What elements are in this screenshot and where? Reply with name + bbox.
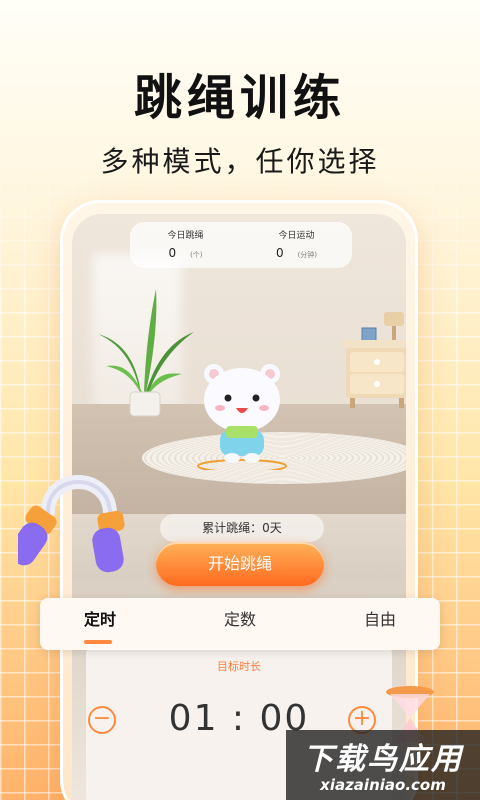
mode-tab-bar: 定时 定数 自由 — [40, 598, 440, 650]
watermark: 下载鸟应用 xiazainiao.com — [286, 730, 480, 800]
start-jump-rope-button[interactable]: 开始跳绳 — [156, 542, 324, 586]
page-headline: 跳绳训练 — [133, 70, 346, 126]
stat-label: 今日跳绳 — [167, 231, 204, 241]
active-tab-indicator — [84, 640, 112, 644]
today-stats-card: 今日跳绳 0 (个) 今日运动 0 (分钟) — [130, 222, 352, 268]
stat-unit: (分钟) — [297, 251, 318, 259]
watermark-title: 下载鸟应用 — [303, 742, 463, 777]
tab-count[interactable]: 定数 — [180, 598, 300, 650]
cumulative-days-label: 累计跳绳：0天 — [160, 514, 324, 542]
decrease-time-button[interactable]: − — [88, 706, 116, 734]
watermark-url: xiazainiao.com — [320, 776, 446, 794]
bear-mascot-illustration — [197, 364, 287, 470]
stat-today-rope: 今日跳绳 0 (个) — [130, 222, 241, 268]
potted-plant-illustration — [98, 289, 194, 417]
stat-unit: (个) — [190, 251, 203, 259]
tab-free[interactable]: 自由 — [320, 598, 440, 650]
goal-duration-label: 目标时长 — [217, 660, 261, 673]
page-subheadline: 多种模式，任你选择 — [100, 145, 380, 178]
stat-value: 0 — [168, 246, 177, 260]
stat-today-exercise: 今日运动 0 (分钟) — [241, 222, 352, 268]
stat-value: 0 — [275, 246, 284, 260]
nightstand-illustration — [342, 312, 406, 408]
jump-rope-handles-illustration — [18, 475, 125, 573]
stat-label: 今日运动 — [278, 231, 315, 241]
